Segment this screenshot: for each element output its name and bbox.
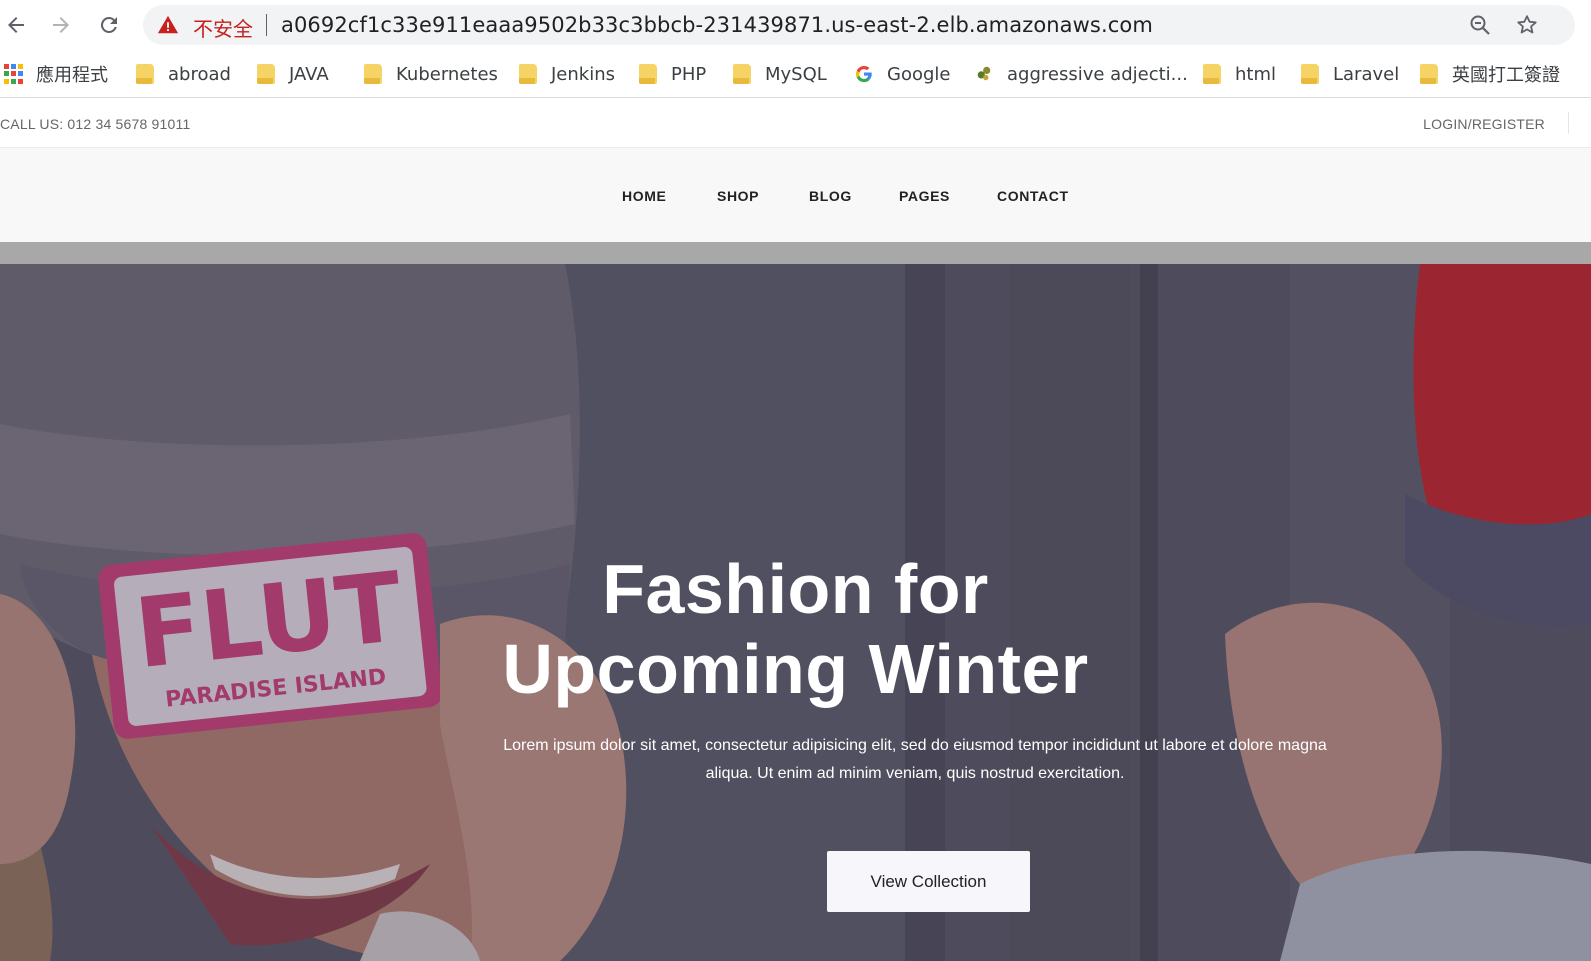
warning-triangle-icon (157, 15, 179, 34)
back-arrow-icon (8, 17, 24, 33)
google-icon (855, 65, 872, 83)
bookmark-mysql[interactable]: MySQL (733, 59, 827, 89)
bookmarks-bar: 應用程式 abroad JAVA Kubernetes Jenkins PHP … (0, 50, 1591, 98)
security-label[interactable]: 不安全 (193, 13, 253, 42)
bookmark-label: Laravel (1333, 63, 1400, 85)
hero-description: Lorem ipsum dolor sit amet, consectetur … (470, 732, 1360, 788)
forward-button[interactable] (45, 9, 77, 41)
hero-section: FLUT PARADISE ISLAND Fashion for Upcomin… (0, 264, 1591, 961)
hero-title-line-2: Upcoming Winter (502, 630, 1089, 708)
nav-contact[interactable]: CONTACT (997, 188, 1069, 204)
bookmark-label: 應用程式 (36, 65, 108, 86)
folder-icon (733, 64, 751, 84)
star-icon[interactable] (1515, 13, 1539, 37)
hero-description-line-2: aliqua. Ut enim ad minim veniam, quis no… (705, 765, 1125, 782)
bookmark-label: Google (887, 63, 951, 85)
folder-icon (1203, 64, 1221, 84)
bookmark-aggressive-adjectives[interactable]: aggressive adjecti... (975, 59, 1188, 89)
folder-icon (1301, 64, 1319, 84)
bookmark-label: PHP (671, 63, 707, 85)
nav-shop[interactable]: SHOP (717, 188, 759, 204)
apps-grid-icon (4, 64, 23, 84)
bookmark-label: Kubernetes (396, 63, 498, 85)
bookmark-label: aggressive adjecti... (1007, 63, 1188, 85)
view-collection-button[interactable]: View Collection (827, 851, 1030, 912)
site-topbar: CALL US: 012 34 5678 91011 LOGIN/REGISTE… (0, 99, 1591, 148)
topbar-divider (1568, 112, 1569, 134)
address-bar[interactable]: 不安全 a0692cf1c33e911eaaa9502b33c3bbcb-231… (143, 5, 1575, 45)
site-favicon-icon (977, 66, 991, 81)
nav-pages[interactable]: PAGES (899, 188, 950, 204)
folder-icon (519, 64, 537, 84)
folder-icon (639, 64, 657, 84)
bookmark-php[interactable]: PHP (639, 59, 706, 89)
bookmark-java[interactable]: JAVA (257, 59, 329, 89)
bookmark-label: Jenkins (551, 63, 616, 85)
zoom-icon[interactable] (1468, 13, 1492, 37)
bookmark-label: JAVA (289, 63, 329, 85)
header-separator-band (0, 242, 1591, 264)
bookmark-apps[interactable]: 應用程式 (4, 59, 108, 89)
browser-toolbar: 不安全 a0692cf1c33e911eaaa9502b33c3bbcb-231… (0, 0, 1591, 50)
login-register-link[interactable]: LOGIN/REGISTER (1423, 116, 1545, 132)
bookmark-label: abroad (168, 63, 231, 85)
main-navigation: HOME SHOP BLOG PAGES CONTACT (0, 148, 1591, 242)
back-button[interactable] (0, 9, 32, 41)
reload-icon (100, 16, 117, 33)
nav-home[interactable]: HOME (622, 188, 666, 204)
folder-icon (1420, 64, 1438, 84)
bookmark-abroad[interactable]: abroad (136, 59, 231, 89)
nav-blog[interactable]: BLOG (809, 188, 852, 204)
folder-icon (136, 64, 154, 84)
bookmark-label: html (1235, 63, 1277, 85)
call-us-text: CALL US: 012 34 5678 91011 (0, 116, 191, 132)
bookmark-label: MySQL (765, 63, 827, 85)
bookmark-html[interactable]: html (1203, 59, 1276, 89)
bookmark-google[interactable]: Google (855, 59, 950, 89)
bookmark-uk-work-visa[interactable]: 英國打工簽證 (1420, 59, 1560, 89)
reload-button[interactable] (93, 9, 125, 41)
forward-arrow-icon (53, 17, 69, 33)
bookmark-label: 英國打工簽證 (1452, 65, 1560, 86)
url-text[interactable]: a0692cf1c33e911eaaa9502b33c3bbcb-2314398… (281, 13, 1153, 37)
omnibox-divider (266, 14, 267, 36)
folder-icon (364, 64, 382, 84)
bookmark-laravel[interactable]: Laravel (1301, 59, 1399, 89)
hero-title-line-1: Fashion for (602, 550, 989, 628)
folder-icon (257, 64, 275, 84)
hero-description-line-1: Lorem ipsum dolor sit amet, consectetur … (503, 737, 1327, 754)
bookmark-kubernetes[interactable]: Kubernetes (364, 59, 498, 89)
bookmark-jenkins[interactable]: Jenkins (519, 59, 615, 89)
